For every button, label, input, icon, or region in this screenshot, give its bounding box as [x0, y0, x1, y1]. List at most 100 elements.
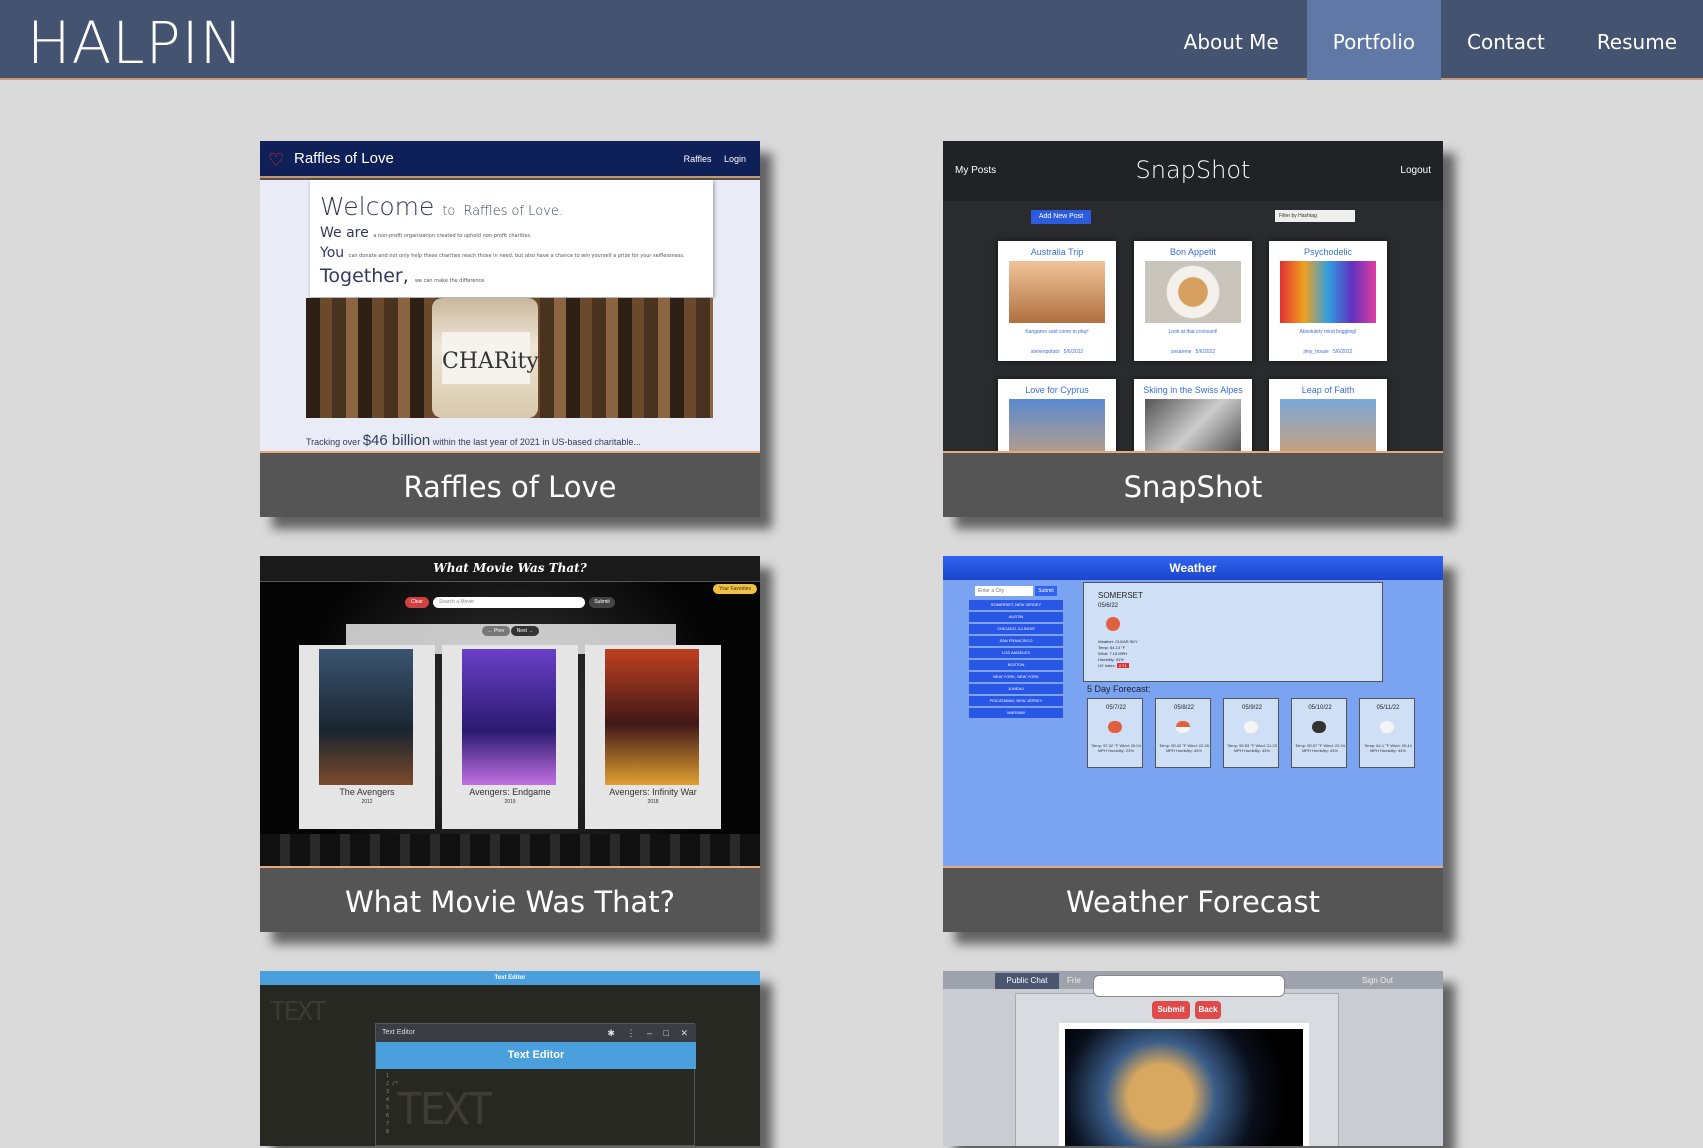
- post-image: [1280, 261, 1376, 323]
- raffles-we-are-text: a non-profit organization created to uph…: [373, 233, 532, 239]
- post-title: Australia Trip: [1030, 247, 1084, 257]
- movie-app-title: What Movie Was That?: [260, 556, 760, 582]
- post-date: 5/6/2022: [1063, 349, 1084, 355]
- movie-poster: [319, 649, 413, 785]
- forecast-title: 5 Day Forecast:: [1087, 684, 1151, 694]
- theater-seats: [260, 834, 760, 866]
- movie-title: The Avengers: [339, 787, 395, 797]
- tracking-prefix: Tracking over: [306, 437, 361, 447]
- weather-today: SOMERSET 05/6/22 Weather: CLEAR SKY Temp…: [1083, 582, 1383, 682]
- post-caption: Absolutely mind boggling!: [1299, 329, 1357, 335]
- project-screenshot-movie[interactable]: What Movie Was That? Your Favorites Clea…: [260, 556, 760, 868]
- project-screenshot-text-editor[interactable]: Text Editor TEXT Text Editor ✱ ⋮ – □ ✕ T…: [260, 971, 760, 1146]
- text-editor-top-title: Text Editor: [260, 971, 760, 985]
- chat-public-tab: Public Chat: [995, 973, 1059, 989]
- chat-signout: Sign Out: [1361, 976, 1393, 985]
- weather-city-button: CHICAGO, ILLINOIS: [969, 624, 1063, 634]
- raffles-brand: Raffles of Love: [294, 150, 394, 167]
- project-screenshot-raffles[interactable]: ♡ Raffles of Love Raffles Login Welcome …: [260, 141, 760, 453]
- nav-contact[interactable]: Contact: [1441, 0, 1571, 80]
- text-editor-ascii-art-large: TEXT: [396, 1084, 493, 1135]
- raffles-tracking: Tracking over $46 billion within the las…: [306, 432, 641, 449]
- project-screenshot-chat[interactable]: Public Chat Frie Sign Out Submit Back: [943, 971, 1443, 1146]
- nav-about-me[interactable]: About Me: [1158, 0, 1307, 80]
- post-title: Bon Appetit: [1169, 247, 1217, 257]
- weather-search: Submit: [1035, 586, 1057, 596]
- movie-clear: Clear: [405, 597, 429, 608]
- maximize-icon: □: [663, 1028, 669, 1038]
- nav-resume[interactable]: Resume: [1571, 0, 1703, 80]
- movie-poster: [605, 649, 699, 785]
- text-editor-ascii-art: TEXT: [270, 997, 327, 1027]
- project-card-raffles-of-love[interactable]: ♡ Raffles of Love Raffles Login Welcome …: [260, 141, 760, 517]
- weather-current-city: SOMERSET: [1098, 591, 1143, 600]
- post-caption: Look at that croissant!: [1168, 329, 1218, 335]
- forecast-date: 05/7/22: [1105, 705, 1127, 711]
- weather-city-button: LOS ANGELES: [969, 648, 1063, 658]
- heart-icon: ♡: [268, 150, 285, 170]
- partly-cloudy-icon: [1176, 721, 1190, 733]
- snapshot-post: Skiing in the Swiss Alpes: [1134, 379, 1252, 451]
- tracking-amount: $46 billion: [362, 432, 431, 449]
- weather-city-button: NEW YORK, NEW YORK: [969, 672, 1063, 682]
- forecast-stats: Temp: 59.53 °F Wind: 21.23 MPH Humidity:…: [1227, 743, 1277, 753]
- project-card-snapshot[interactable]: My Posts SnapShot Logout Add New Post Fi…: [943, 141, 1443, 517]
- project-screenshot-snapshot[interactable]: My Posts SnapShot Logout Add New Post Fi…: [943, 141, 1443, 453]
- cloud-icon: [1244, 721, 1258, 733]
- project-card-chat[interactable]: Public Chat Frie Sign Out Submit Back: [943, 971, 1443, 1146]
- post-caption: Kangaroo said come to play!: [1025, 329, 1089, 335]
- raffles-together-text: we can make the difference: [414, 278, 485, 284]
- snapshot-post: Bon Appetit Look at that croissant! cesa…: [1134, 241, 1252, 361]
- chat-submit: Submit: [1152, 1001, 1190, 1019]
- project-card-text-editor[interactable]: Text Editor TEXT Text Editor ✱ ⋮ – □ ✕ T…: [260, 971, 760, 1146]
- movie-preview: What Movie Was That? Your Favorites Clea…: [260, 556, 760, 866]
- raffles-to: to: [442, 204, 456, 219]
- raffles-name: Raffles of Love.: [463, 204, 563, 219]
- jar: CHARity: [432, 298, 539, 418]
- movie-card: Avengers: Endgame 2019: [442, 645, 578, 829]
- nav-portfolio[interactable]: Portfolio: [1306, 0, 1441, 80]
- movie-card: Avengers: Infinity War 2018: [585, 645, 721, 829]
- project-screenshot-weather[interactable]: Weather Enter a City Submit SOMERSET, NE…: [943, 556, 1443, 868]
- sun-icon: [1106, 617, 1120, 631]
- raffles-welcome: Welcome: [320, 192, 435, 221]
- forecast-day: 05/8/22 Temp: 59.42 °F Wind: 22.28 MPH H…: [1155, 698, 1211, 768]
- post-user: stevenpotato: [1030, 349, 1060, 355]
- post-title: Leap of Faith: [1301, 385, 1355, 395]
- raffles-we-are: We are: [320, 225, 369, 241]
- project-card-weather[interactable]: Weather Enter a City Submit SOMERSET, NE…: [943, 556, 1443, 932]
- post-title: Psychodelic: [1303, 247, 1353, 257]
- weather-city-button: AUSTIN: [969, 612, 1063, 622]
- project-title[interactable]: Weather Forecast: [943, 870, 1443, 932]
- chat-input: [1093, 975, 1285, 997]
- raffles-welcome-box: Welcome to Raffles of Love. We are a non…: [310, 180, 713, 297]
- minimize-icon: –: [646, 1028, 652, 1038]
- weather-current-stats: Weather: CLEAR SKY Temp: 64.13 °F Wind: …: [1098, 639, 1138, 669]
- forecast-date: 05/10/22: [1308, 705, 1332, 711]
- forecast-stats: Temp: 59.57 °F Wind: 22.94 MPH Humidity:…: [1295, 743, 1345, 753]
- forecast-date: 05/11/22: [1376, 705, 1400, 711]
- forecast-stats: Temp: 59.42 °F Wind: 22.28 MPH Humidity:…: [1159, 743, 1209, 753]
- movie-year: 2012: [361, 799, 373, 805]
- snapshot-preview: My Posts SnapShot Logout Add New Post Fi…: [943, 141, 1443, 451]
- forecast-day: 05/10/22 Temp: 59.57 °F Wind: 22.94 MPH …: [1291, 698, 1347, 768]
- forecast-date: 05/9/22: [1241, 705, 1263, 711]
- site-brand[interactable]: HALPIN: [27, 8, 244, 78]
- project-title[interactable]: What Movie Was That?: [260, 870, 760, 932]
- snapshot-add-post: Add New Post: [1031, 210, 1091, 224]
- project-title[interactable]: SnapShot: [943, 455, 1443, 517]
- post-image: [1145, 399, 1241, 451]
- movie-submit: Submit: [589, 597, 615, 608]
- weather-city-button: PISCATAWAY, NEW JERSEY: [969, 696, 1063, 706]
- project-card-what-movie[interactable]: What Movie Was That? Your Favorites Clea…: [260, 556, 760, 932]
- movie-title: Avengers: Infinity War: [609, 787, 697, 797]
- snapshot-post: Australia Trip Kangaroo said come to pla…: [998, 241, 1116, 361]
- pin-icon: ✱: [607, 1028, 615, 1038]
- project-title[interactable]: Raffles of Love: [260, 455, 760, 517]
- raffles-body: Welcome to Raffles of Love. We are a non…: [260, 180, 760, 451]
- weather-city-button: WARSAW: [969, 708, 1063, 718]
- raffles-navbar: ♡ Raffles of Love Raffles Login: [260, 141, 760, 178]
- post-date: 5/6/2022: [1333, 349, 1353, 355]
- chat-back: Back: [1195, 1001, 1221, 1019]
- weather-city-button: BOSTON: [969, 660, 1063, 670]
